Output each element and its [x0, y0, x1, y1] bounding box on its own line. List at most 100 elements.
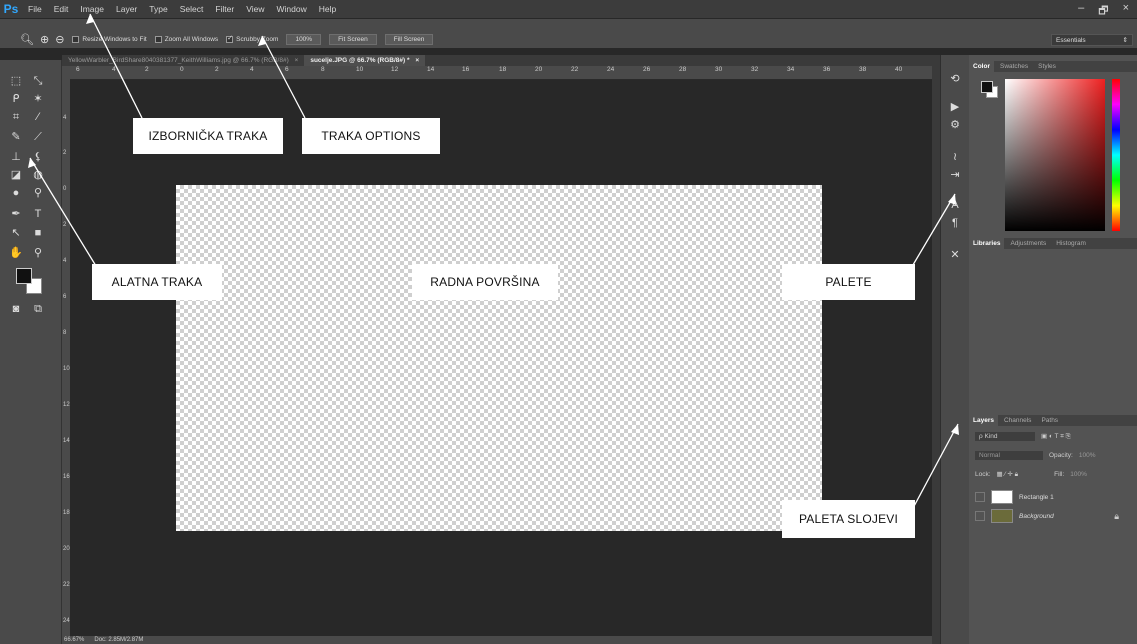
- kind-filter-select[interactable]: ρ Kind: [975, 431, 1035, 441]
- fit-screen-button[interactable]: Fit Screen: [329, 34, 377, 45]
- type-tool-icon[interactable]: T: [30, 207, 46, 221]
- brush-panel-icon[interactable]: ≀: [947, 151, 963, 163]
- tab-channels[interactable]: Channels: [1000, 415, 1035, 426]
- fill-screen-button[interactable]: Fill Screen: [384, 34, 434, 45]
- tab-swatches[interactable]: Swatches: [996, 61, 1032, 72]
- callout-palettes: PALETE: [782, 264, 915, 300]
- eyedropper-icon[interactable]: ⁄: [30, 110, 46, 124]
- document-workspace[interactable]: [70, 80, 932, 636]
- properties-panel-icon[interactable]: ⚙: [947, 119, 963, 131]
- fill-value[interactable]: 100%: [1070, 471, 1087, 478]
- tab-styles[interactable]: Styles: [1034, 61, 1060, 72]
- tab-libraries[interactable]: Libraries: [969, 238, 1005, 249]
- document-tab[interactable]: YellowWarbler_BirdShare8040381377_KeithW…: [62, 55, 305, 66]
- menu-layer[interactable]: Layer: [110, 4, 143, 14]
- ruler-tick: 0: [63, 186, 67, 192]
- tab-paths[interactable]: Paths: [1037, 415, 1062, 426]
- blur-tool-icon[interactable]: ●: [8, 186, 24, 200]
- zoom-all-label: Zoom All Windows: [164, 36, 219, 43]
- ruler-tick: 6: [63, 294, 67, 300]
- path-selection-icon[interactable]: ↖: [8, 226, 24, 240]
- ruler-tick: 0: [180, 66, 184, 73]
- clone-source-icon[interactable]: ⇥: [947, 169, 963, 181]
- history-panel-icon[interactable]: ⟲: [947, 73, 963, 85]
- visibility-icon[interactable]: [975, 492, 985, 502]
- filter-icons[interactable]: ▣ ◐ T ⌗ ⎘: [1041, 432, 1071, 441]
- pencil-tool-icon[interactable]: ⟋: [30, 130, 46, 144]
- hand-tool-icon[interactable]: ✋: [8, 246, 24, 260]
- vertical-scrollbar[interactable]: [932, 55, 940, 644]
- color-picker-field[interactable]: [1005, 79, 1105, 231]
- ruler-tick: 26: [643, 66, 651, 73]
- close-tab-icon[interactable]: ×: [415, 57, 419, 64]
- rectangle-tool-icon[interactable]: ■: [30, 226, 46, 240]
- menu-image[interactable]: Image: [74, 4, 110, 14]
- tab-color[interactable]: Color: [969, 61, 994, 72]
- marquee-tool-icon[interactable]: ⬚: [8, 74, 24, 88]
- zoom-all-windows-checkbox[interactable]: Zoom All Windows: [154, 36, 219, 43]
- layer-filter-row: ρ Kind ▣ ◐ T ⌗ ⎘: [969, 430, 1137, 442]
- menu-window[interactable]: Window: [270, 4, 312, 14]
- menu-type[interactable]: Type: [143, 4, 173, 14]
- tool-presets-icon[interactable]: ✕: [947, 249, 963, 261]
- ruler-tick: 20: [535, 66, 543, 73]
- workspace-select[interactable]: Essentials ⇕: [1051, 34, 1133, 46]
- visibility-icon[interactable]: [975, 511, 985, 521]
- layer-row[interactable]: Rectangle 1: [969, 488, 1137, 506]
- menu-file[interactable]: File: [22, 4, 48, 14]
- opacity-value[interactable]: 100%: [1079, 452, 1096, 459]
- ruler-tick: 28: [679, 66, 687, 73]
- lasso-tool-icon[interactable]: ᑭ: [8, 92, 24, 106]
- character-panel-icon[interactable]: A: [947, 199, 963, 211]
- ruler-tick: 34: [787, 66, 795, 73]
- menu-filter[interactable]: Filter: [209, 4, 240, 14]
- status-bar: 66.67% Doc: 2.85M/2.87M: [62, 636, 932, 644]
- zoom-tool-preset[interactable]: 🔍︎ ⊕ ⊖: [20, 33, 64, 46]
- scrubby-zoom-checkbox[interactable]: Scrubby Zoom: [226, 36, 278, 43]
- move-tool-icon[interactable]: ⤡: [30, 74, 46, 88]
- panel-foreground-swatch[interactable]: [981, 81, 993, 93]
- tab-histogram[interactable]: Histogram: [1052, 238, 1090, 249]
- layer-name: Rectangle 1: [1019, 493, 1054, 501]
- menu-view[interactable]: View: [240, 4, 270, 14]
- resize-windows-checkbox[interactable]: Resize Windows to Fit: [72, 36, 147, 43]
- gradient-tool-icon[interactable]: ◍: [30, 168, 46, 182]
- crop-tool-icon[interactable]: ⌗: [8, 110, 24, 124]
- brush-tool-icon[interactable]: ✎: [8, 130, 24, 144]
- hue-slider[interactable]: [1112, 79, 1120, 231]
- lock-icons[interactable]: ▦ ⁄ ✛ 🔒︎: [997, 470, 1019, 479]
- actions-panel-icon[interactable]: ▶: [947, 101, 963, 113]
- screen-mode-icon[interactable]: ⧉: [30, 302, 46, 316]
- magic-wand-icon[interactable]: ✶: [30, 92, 46, 106]
- tab-layers[interactable]: Layers: [969, 415, 998, 426]
- ruler-tick: 14: [427, 66, 435, 73]
- blend-mode-select[interactable]: Normal: [975, 450, 1043, 460]
- zoom-level[interactable]: 66.67%: [64, 636, 84, 644]
- doc-size: Doc: 2.85M/2.87M: [94, 637, 144, 643]
- tab-adjustments[interactable]: Adjustments: [1006, 238, 1050, 249]
- transparent-canvas[interactable]: [176, 185, 822, 531]
- document-tab-active[interactable]: sucelje.JPG @ 66.7% (RGB/8#) * ×: [304, 55, 426, 66]
- menu-edit[interactable]: Edit: [48, 4, 75, 14]
- quick-mask-icon[interactable]: ◙: [8, 302, 24, 316]
- zoom-out-icon[interactable]: ⊖: [55, 33, 64, 46]
- paragraph-panel-icon[interactable]: ¶: [947, 217, 963, 229]
- zoom-tool-icon[interactable]: ⚲: [30, 246, 46, 260]
- layer-row[interactable]: Background 🔒︎: [969, 507, 1137, 525]
- menu-select[interactable]: Select: [174, 4, 210, 14]
- close-tab-icon[interactable]: ×: [295, 57, 299, 64]
- pen-tool-icon[interactable]: ✒: [8, 207, 24, 221]
- menu-help[interactable]: Help: [313, 4, 342, 14]
- ruler-tick: 22: [63, 582, 70, 588]
- dodge-tool-icon[interactable]: ⚲: [30, 186, 46, 200]
- zoom-100-button[interactable]: 100%: [286, 34, 322, 45]
- foreground-color-swatch[interactable]: [16, 268, 32, 284]
- layers-panel-tabs: Layers Channels Paths: [969, 415, 1137, 426]
- zoom-in-icon[interactable]: ⊕: [40, 33, 49, 46]
- ruler-tick: 8: [63, 330, 67, 336]
- zoom-icon: 🔍︎: [20, 34, 34, 46]
- clone-stamp-icon[interactable]: ⊥: [8, 150, 24, 164]
- ruler-tick: 8: [321, 66, 325, 73]
- eraser-tool-icon[interactable]: ◪: [8, 168, 24, 182]
- history-brush-icon[interactable]: ⚸: [30, 150, 46, 164]
